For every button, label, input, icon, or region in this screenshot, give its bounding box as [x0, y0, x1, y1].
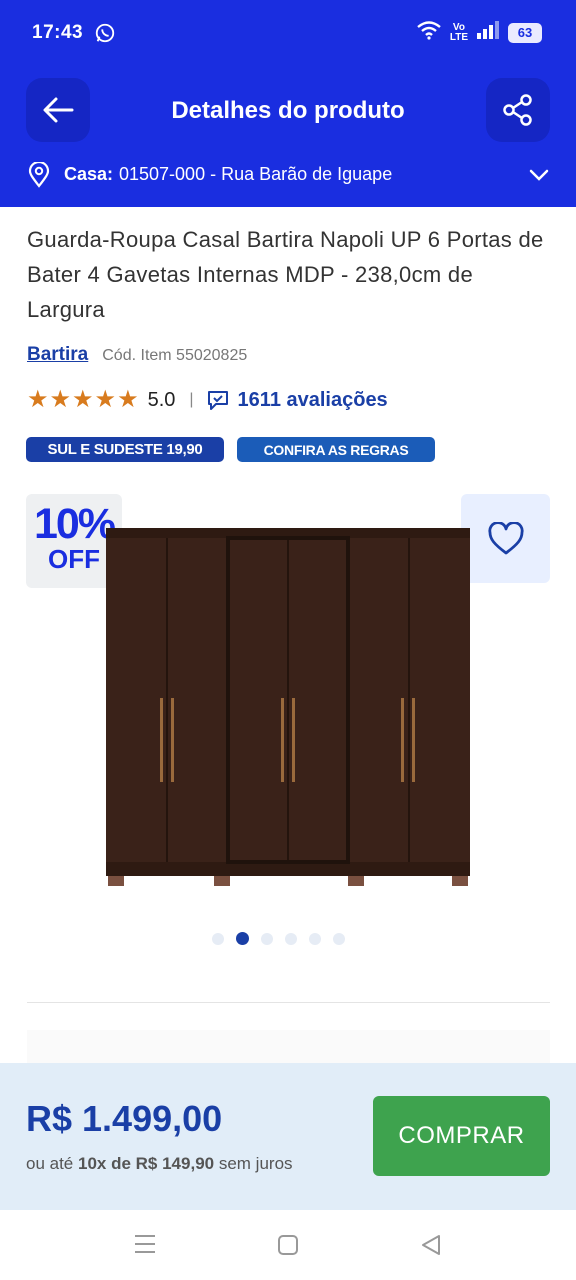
home-icon[interactable]	[277, 1234, 299, 1261]
product-title: Guarda-Roupa Casal Bartira Napoli UP 6 P…	[27, 227, 544, 322]
heart-icon	[487, 521, 524, 554]
brand-row: Bartira Cód. Item 55020825	[27, 344, 247, 366]
installment-prefix: ou até	[26, 1154, 74, 1173]
installment-value: 10x de R$ 149,90	[78, 1154, 215, 1173]
status-bar: 17:43 Vo LTE 63	[0, 0, 576, 68]
share-button[interactable]	[486, 78, 550, 142]
buy-button[interactable]: COMPRAR	[373, 1096, 550, 1176]
review-chat-icon	[207, 391, 228, 410]
product-image[interactable]	[104, 528, 472, 888]
app-header: Detalhes do produto	[0, 78, 576, 144]
whatsapp-icon	[94, 22, 116, 44]
wifi-icon	[416, 20, 442, 45]
delivery-address-selector[interactable]: Casa: 01507-000 - Rua Barão de Iguape	[0, 150, 576, 200]
system-nav-bar	[0, 1210, 576, 1280]
address-value: 01507-000 - Rua Barão de Iguape	[119, 164, 393, 184]
carousel-dot[interactable]	[285, 932, 297, 945]
divider	[27, 1002, 550, 1003]
status-time: 17:43	[32, 22, 84, 43]
chevron-down-icon	[528, 164, 550, 191]
back-nav-icon[interactable]	[420, 1234, 442, 1261]
installment-suffix: sem juros	[218, 1154, 293, 1173]
reviews-count: 1611 avaliações	[237, 388, 388, 411]
carousel-dot[interactable]	[333, 932, 345, 945]
installment-info: ou até 10x de R$ 149,90 sem juros	[26, 1154, 293, 1174]
item-code: Cód. Item 55020825	[102, 347, 248, 364]
battery-indicator: 63	[508, 22, 542, 43]
carousel-dot[interactable]	[212, 932, 224, 945]
reviews-link[interactable]: 1611 avaliações	[206, 388, 388, 412]
buy-bar: R$ 1.499,00 ou até 10x de R$ 149,90 sem …	[0, 1063, 576, 1210]
location-pin-icon	[28, 160, 50, 193]
signal-icon	[476, 21, 500, 44]
rating-separator: |	[189, 391, 194, 408]
carousel-dot[interactable]	[309, 932, 321, 945]
shipping-tag[interactable]: SUL E SUDESTE 19,90	[26, 437, 224, 462]
volte-indicator: Vo LTE	[449, 22, 468, 43]
brand-link[interactable]: Bartira	[27, 344, 88, 366]
rating-score: 5.0	[147, 388, 176, 411]
share-icon	[503, 94, 532, 126]
favorite-button[interactable]	[461, 494, 550, 583]
price: R$ 1.499,00	[26, 1098, 223, 1139]
star-rating-icon: ★★★★★	[27, 386, 140, 413]
lte-label: LTE	[449, 31, 468, 43]
top-bar: 17:43 Vo LTE 63 Detalhes do produto Casa…	[0, 0, 576, 207]
rules-tag[interactable]: CONFIRA AS REGRAS	[237, 437, 435, 462]
carousel-dot[interactable]	[261, 932, 273, 945]
menu-icon[interactable]	[134, 1234, 156, 1259]
image-carousel-dots[interactable]	[212, 932, 345, 945]
address-label: Casa:	[64, 164, 114, 184]
carousel-dot[interactable]	[236, 932, 249, 945]
rating-row: ★★★★★ 5.0 | 1611 avaliações	[27, 388, 388, 412]
